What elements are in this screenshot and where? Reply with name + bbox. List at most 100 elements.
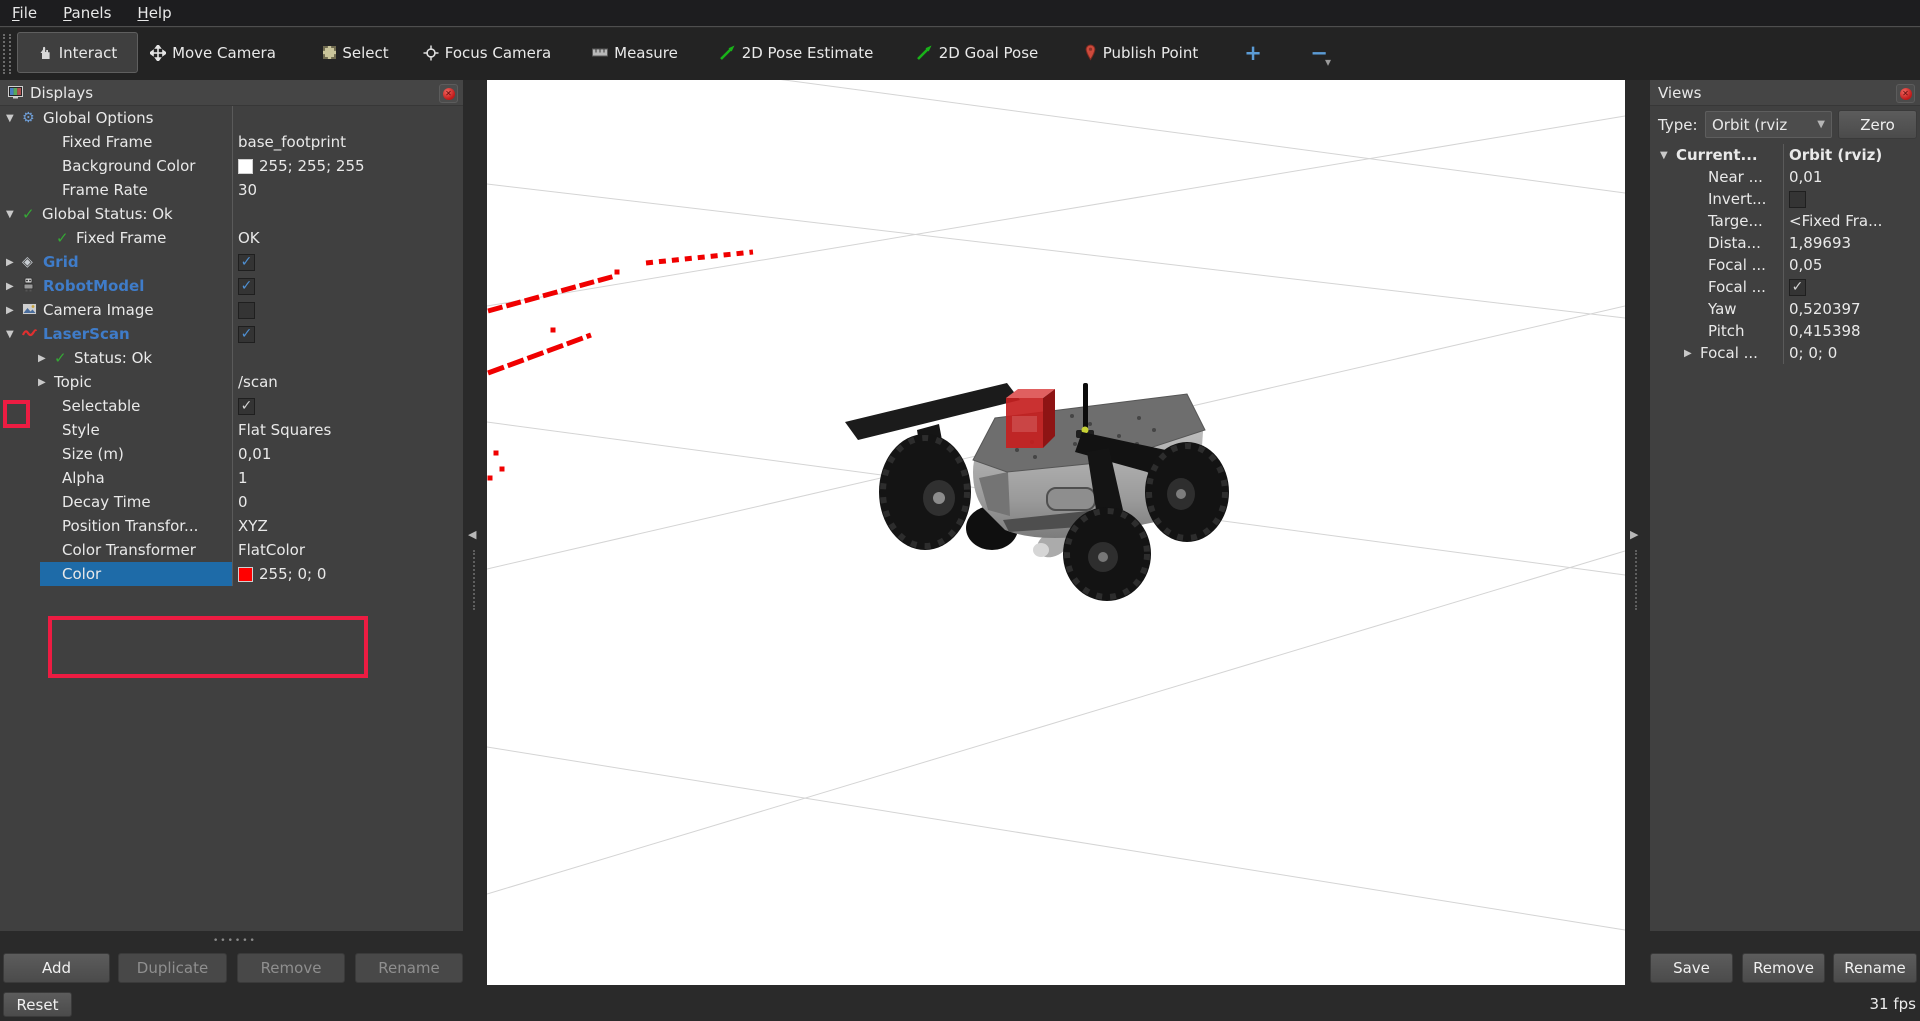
- save-view-button[interactable]: Save: [1650, 953, 1733, 983]
- checkbox-checked[interactable]: ✓: [238, 278, 255, 295]
- view-row-near[interactable]: Near ...0,01: [1650, 166, 1920, 188]
- checkbox-checked[interactable]: ✓: [1789, 279, 1806, 296]
- display-row-fixed-frame[interactable]: Fixed Framebase_footprint: [0, 130, 463, 154]
- view-row-targe[interactable]: Targe...<Fixed Fra...: [1650, 210, 1920, 232]
- view-row-dista[interactable]: Dista...1,89693: [1650, 232, 1920, 254]
- tool-interact[interactable]: Interact: [17, 32, 138, 73]
- view-row-focal[interactable]: Focal ...✓: [1650, 276, 1920, 298]
- expand-arrow-icon[interactable]: ▶: [6, 257, 22, 268]
- property-value[interactable]: 255; 255; 255: [259, 157, 365, 175]
- display-row-grid[interactable]: ▶◈Grid✓: [0, 250, 463, 274]
- rename-display-button[interactable]: Rename: [355, 953, 463, 983]
- toolbar-drag-handle[interactable]: [3, 34, 11, 74]
- checkbox-checked[interactable]: ✓: [238, 326, 255, 343]
- property-value[interactable]: 0,01: [238, 445, 271, 463]
- view-row-focal[interactable]: ▶Focal ...0; 0; 0: [1650, 342, 1920, 364]
- tool-measure[interactable]: Measure: [586, 32, 684, 73]
- displays-panel-header[interactable]: Displays ✕: [0, 80, 463, 106]
- display-row-frame-rate[interactable]: Frame Rate30: [0, 178, 463, 202]
- display-row-color[interactable]: Color255; 0; 0: [0, 562, 463, 586]
- checkbox-checked[interactable]: ✓: [238, 398, 255, 415]
- collapse-arrow-icon[interactable]: ▼: [1660, 150, 1676, 161]
- property-value[interactable]: Flat Squares: [238, 421, 331, 439]
- property-value[interactable]: 0; 0; 0: [1789, 344, 1837, 362]
- display-row-status-ok[interactable]: ▶✓Status: Ok: [0, 346, 463, 370]
- expand-arrow-icon[interactable]: ▶: [38, 353, 54, 364]
- property-value[interactable]: 1: [238, 469, 248, 487]
- tool-2d-pose-estimate[interactable]: 2D Pose Estimate: [712, 32, 880, 73]
- collapse-arrow-icon[interactable]: ▼: [6, 209, 22, 220]
- add-display-button[interactable]: Add: [3, 953, 110, 983]
- property-value[interactable]: 30: [238, 181, 257, 199]
- tool-focus-camera[interactable]: Focus Camera: [417, 32, 557, 73]
- view-row-pitch[interactable]: Pitch0,415398: [1650, 320, 1920, 342]
- display-row-topic[interactable]: ▶Topic/scan: [0, 370, 463, 394]
- remove-display-button[interactable]: Remove: [237, 953, 345, 983]
- property-value[interactable]: 0,01: [1789, 168, 1822, 186]
- display-row-color-transformer[interactable]: Color TransformerFlatColor: [0, 538, 463, 562]
- 3d-viewport[interactable]: [487, 80, 1625, 985]
- view-row-invert[interactable]: Invert...: [1650, 188, 1920, 210]
- toolbar-overflow-arrow-icon[interactable]: ▾: [1325, 55, 1331, 69]
- display-row-alpha[interactable]: Alpha1: [0, 466, 463, 490]
- property-value[interactable]: base_footprint: [238, 133, 346, 151]
- display-row-selectable[interactable]: Selectable✓: [0, 394, 463, 418]
- remove-view-button[interactable]: Remove: [1742, 953, 1825, 983]
- property-value[interactable]: OK: [238, 229, 260, 247]
- display-row-robotmodel[interactable]: ▶RobotModel✓: [0, 274, 463, 298]
- splitter-handle[interactable]: [473, 550, 475, 610]
- collapse-left-arrow-icon[interactable]: ◀: [468, 528, 476, 541]
- view-row-focal[interactable]: Focal ...0,05: [1650, 254, 1920, 276]
- zero-button[interactable]: Zero: [1838, 110, 1917, 139]
- property-value[interactable]: Orbit (rviz): [1789, 146, 1882, 164]
- display-row-camera-image[interactable]: ▶Camera Image: [0, 298, 463, 322]
- view-type-dropdown[interactable]: Orbit (rviz ▼: [1705, 111, 1832, 138]
- checkbox-unchecked[interactable]: [238, 302, 255, 319]
- tool-select[interactable]: Select: [315, 32, 397, 73]
- menu-file[interactable]: File: [12, 4, 37, 22]
- display-row-position-transfor[interactable]: Position Transfor...XYZ: [0, 514, 463, 538]
- expand-arrow-icon[interactable]: ▶: [6, 281, 22, 292]
- display-row-decay-time[interactable]: Decay Time0: [0, 490, 463, 514]
- property-value[interactable]: 255; 0; 0: [259, 565, 326, 583]
- view-row-current[interactable]: ▼Current...Orbit (rviz): [1650, 144, 1920, 166]
- expand-arrow-icon[interactable]: ▶: [1684, 348, 1700, 359]
- tool-move-camera[interactable]: Move Camera: [143, 32, 283, 73]
- tool-publish-point[interactable]: Publish Point: [1072, 32, 1210, 73]
- color-swatch[interactable]: [238, 567, 253, 582]
- menu-panels[interactable]: Panels: [63, 4, 111, 22]
- splitter-handle-dots[interactable]: ••••••: [213, 936, 257, 946]
- close-panel-button[interactable]: ✕: [1896, 84, 1915, 103]
- reset-button[interactable]: Reset: [3, 992, 72, 1017]
- views-panel-header[interactable]: Views ✕: [1650, 80, 1920, 106]
- checkbox-checked[interactable]: ✓: [238, 254, 255, 271]
- property-value[interactable]: 0,415398: [1789, 322, 1861, 340]
- property-value[interactable]: 0,05: [1789, 256, 1822, 274]
- left-panel-splitter[interactable]: ◀: [463, 80, 487, 985]
- display-row-style[interactable]: StyleFlat Squares: [0, 418, 463, 442]
- collapse-arrow-icon[interactable]: ▼: [6, 329, 22, 340]
- right-panel-splitter[interactable]: ▶: [1625, 80, 1649, 985]
- rename-view-button[interactable]: Rename: [1833, 953, 1917, 983]
- splitter-handle[interactable]: [1635, 550, 1637, 610]
- display-row-size-m[interactable]: Size (m)0,01: [0, 442, 463, 466]
- close-panel-button[interactable]: ✕: [439, 84, 458, 103]
- display-row-fixed-frame[interactable]: ✓Fixed FrameOK: [0, 226, 463, 250]
- property-value[interactable]: /scan: [238, 373, 278, 391]
- property-value[interactable]: FlatColor: [238, 541, 305, 559]
- property-value[interactable]: <Fixed Fra...: [1789, 212, 1882, 230]
- property-value[interactable]: XYZ: [238, 517, 268, 535]
- collapse-arrow-icon[interactable]: ▼: [6, 113, 22, 124]
- view-row-yaw[interactable]: Yaw0,520397: [1650, 298, 1920, 320]
- color-swatch[interactable]: [238, 159, 253, 174]
- add-tool-button[interactable]: +: [1236, 32, 1270, 73]
- display-row-background-color[interactable]: Background Color255; 255; 255: [0, 154, 463, 178]
- property-value[interactable]: 0,520397: [1789, 300, 1861, 318]
- expand-arrow-icon[interactable]: ▶: [6, 305, 22, 316]
- property-value[interactable]: 0: [238, 493, 248, 511]
- duplicate-display-button[interactable]: Duplicate: [118, 953, 227, 983]
- expand-arrow-icon[interactable]: ▶: [38, 377, 54, 388]
- display-row-global-options[interactable]: ▼⚙Global Options: [0, 106, 463, 130]
- display-row-global-status-ok[interactable]: ▼✓Global Status: Ok: [0, 202, 463, 226]
- checkbox-unchecked[interactable]: [1789, 191, 1806, 208]
